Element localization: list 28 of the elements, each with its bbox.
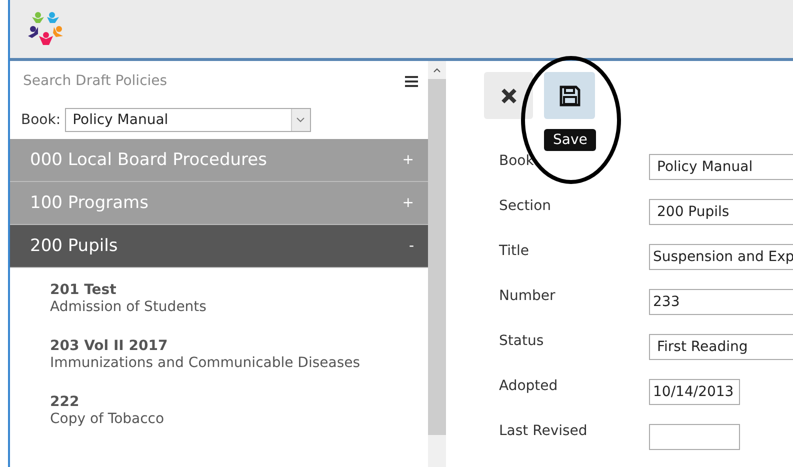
field-label: Adopted <box>499 377 559 396</box>
policy-number[interactable]: 203 Vol II 2017 <box>50 338 428 355</box>
save-button[interactable] <box>544 72 595 119</box>
policy-title[interactable]: Admission of Students <box>50 299 428 316</box>
policy-title[interactable]: Immunizations and Communicable Diseases <box>50 355 428 372</box>
tooltip: Save <box>544 129 596 151</box>
book-dropdown[interactable]: Policy Manual <box>64 108 311 132</box>
section-header[interactable]: 200 Pupils - <box>10 225 428 268</box>
field-label: Number <box>499 287 556 306</box>
input-field[interactable]: First Reading <box>649 334 793 360</box>
input-field[interactable] <box>649 424 740 450</box>
policy-number[interactable]: 201 Test <box>50 282 428 299</box>
field-label: Last Revised <box>499 422 588 441</box>
menu-icon[interactable] <box>405 76 418 86</box>
field-label: Book <box>499 152 535 171</box>
input-field[interactable]: Policy Manual <box>649 154 793 180</box>
policy-title[interactable]: Copy of Tobacco <box>50 411 428 428</box>
caret-icon[interactable] <box>290 109 310 131</box>
input-field[interactable]: 10/14/2013 <box>649 379 740 405</box>
field-label: Title <box>499 242 530 261</box>
field-label: Status <box>499 332 545 351</box>
book-label: Book: <box>21 112 61 128</box>
close-icon[interactable] <box>500 88 516 104</box>
cancel-button[interactable] <box>484 72 533 119</box>
input-field[interactable]: 200 Pupils <box>649 199 793 225</box>
policy-number[interactable]: 222 <box>50 394 428 411</box>
field-label: Section <box>499 197 552 216</box>
input-field[interactable]: 233 <box>649 289 793 315</box>
